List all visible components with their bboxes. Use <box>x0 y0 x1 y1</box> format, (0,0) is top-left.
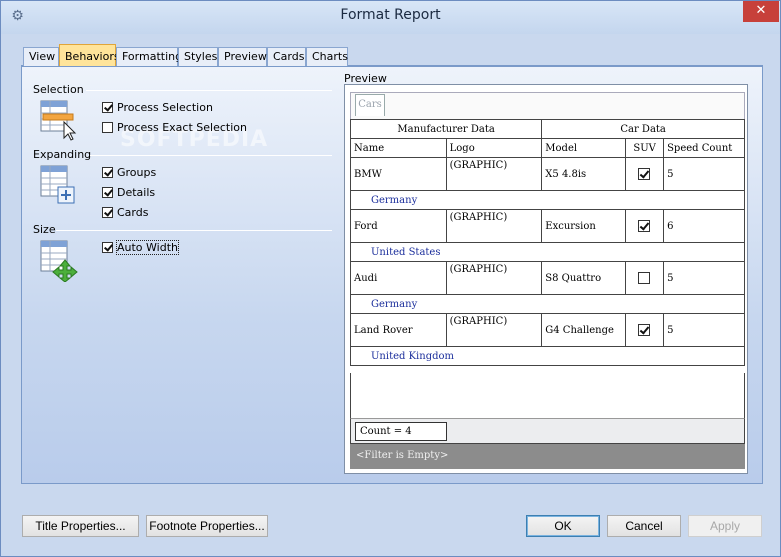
cell-name: Land Rover <box>350 313 447 347</box>
process-selection-option[interactable]: Process Selection <box>102 99 213 115</box>
tab-view[interactable]: View <box>23 47 59 66</box>
cell-speed-count: 6 <box>663 209 745 243</box>
process-selection-checkbox[interactable] <box>102 101 113 113</box>
column-header-name: Name <box>350 138 447 158</box>
cell-logo: (GRAPHIC) <box>445 313 543 347</box>
count-summary: Count = 4 <box>355 422 447 441</box>
cell-model: G4 Challenge <box>541 313 627 347</box>
cell-suv <box>625 313 665 347</box>
cell-country: Germany <box>350 294 745 314</box>
auto-width-label: Auto Width <box>116 239 179 255</box>
cards-label: Cards <box>117 205 149 219</box>
cell-model: Excursion <box>541 209 627 243</box>
details-checkbox[interactable] <box>102 186 113 198</box>
cell-logo: (GRAPHIC) <box>445 261 543 295</box>
window-title: Format Report <box>340 7 441 23</box>
filter-bar: <Filter is Empty> <box>350 444 745 469</box>
format-report-dialog: ⚙ Format Report ✕ View Behaviors Formatt… <box>0 0 781 557</box>
cards-tab: Cars <box>355 94 385 116</box>
cell-suv <box>625 261 665 295</box>
cards-option[interactable]: Cards <box>102 204 148 220</box>
tab-strip: View Behaviors Formatting Styles Preview… <box>21 44 763 67</box>
cell-speed-count: 5 <box>663 313 745 347</box>
details-option[interactable]: Details <box>102 184 155 200</box>
table-row: Land Rover (GRAPHIC) G4 Challenge 5 <box>350 313 745 347</box>
apply-button[interactable]: Apply <box>688 515 762 537</box>
column-header-speed-count: Speed Count <box>663 138 745 158</box>
manufacturer-data-header: Manufacturer Data <box>349 119 543 139</box>
expanding-group-label: Expanding <box>33 148 92 161</box>
cell-speed-count: 5 <box>663 157 745 191</box>
groups-option[interactable]: Groups <box>102 164 156 180</box>
auto-width-icon <box>40 240 78 282</box>
expanding-divider <box>90 155 332 156</box>
groups-label: Groups <box>117 165 157 179</box>
group-row: United Kingdom <box>350 346 745 366</box>
cell-speed-count: 5 <box>663 261 745 295</box>
table-row: Ford (GRAPHIC) Excursion 6 <box>350 209 745 243</box>
auto-width-checkbox[interactable] <box>102 241 113 253</box>
suv-checkbox <box>638 272 651 284</box>
tab-formatting[interactable]: Formatting <box>116 47 182 66</box>
column-header-logo: Logo <box>445 138 543 158</box>
preview-frame: Cars Manufacturer Data Car Data Name Log… <box>344 84 748 474</box>
expand-grid-icon <box>40 165 75 204</box>
groups-checkbox[interactable] <box>102 166 113 178</box>
group-row: Germany <box>350 294 745 314</box>
suv-checkbox <box>638 168 651 180</box>
cancel-button[interactable]: Cancel <box>607 515 681 537</box>
selection-group-label: Selection <box>33 83 84 96</box>
group-row: Germany <box>350 190 745 210</box>
selection-grid-icon <box>40 100 77 141</box>
cards-tab-bar <box>350 92 745 119</box>
behaviors-panel: SOFTPEDIA Selection Process Selection Pr… <box>21 66 763 484</box>
cell-name: BMW <box>350 157 447 191</box>
cell-name: Audi <box>350 261 447 295</box>
size-divider <box>56 230 332 231</box>
selection-divider <box>86 90 332 91</box>
table-row: BMW (GRAPHIC) X5 4.8is 5 <box>350 157 745 191</box>
cell-logo: (GRAPHIC) <box>445 209 543 243</box>
process-exact-selection-option[interactable]: Process Exact Selection <box>102 119 247 135</box>
cell-model: X5 4.8is <box>541 157 627 191</box>
tab-styles[interactable]: Styles <box>178 47 218 66</box>
table-row: Audi (GRAPHIC) S8 Quattro 5 <box>350 261 745 295</box>
suv-checkbox <box>638 324 651 336</box>
cell-logo: (GRAPHIC) <box>445 157 543 191</box>
group-row: United States <box>350 242 745 262</box>
preview-grid: Manufacturer Data Car Data Name Logo Mod… <box>349 119 745 366</box>
cell-model: S8 Quattro <box>541 261 627 295</box>
tab-behaviors[interactable]: Behaviors <box>59 44 120 67</box>
size-group-label: Size <box>33 223 56 236</box>
cell-name: Ford <box>350 209 447 243</box>
cell-country: United Kingdom <box>350 346 745 366</box>
tab-preview[interactable]: Preview <box>218 47 267 66</box>
close-button[interactable]: ✕ <box>743 1 779 22</box>
tab-charts[interactable]: Charts <box>306 47 348 66</box>
cell-country: Germany <box>350 190 745 210</box>
car-data-header: Car Data <box>541 119 745 139</box>
ok-button[interactable]: OK <box>526 515 600 537</box>
title-bar: ⚙ Format Report ✕ <box>1 1 780 34</box>
footnote-properties-button[interactable]: Footnote Properties... <box>146 515 268 537</box>
cell-suv <box>625 157 665 191</box>
grid-footer: Count = 4 <box>350 418 745 444</box>
details-label: Details <box>117 185 156 199</box>
tab-cards[interactable]: Cards <box>267 47 306 66</box>
process-exact-selection-label: Process Exact Selection <box>117 120 247 134</box>
column-header-model: Model <box>541 138 627 158</box>
suv-checkbox <box>638 220 651 232</box>
title-properties-button[interactable]: Title Properties... <box>22 515 139 537</box>
process-selection-label: Process Selection <box>117 100 213 114</box>
cell-suv <box>625 209 665 243</box>
column-header-suv: SUV <box>625 138 665 158</box>
process-exact-selection-checkbox[interactable] <box>102 121 113 133</box>
auto-width-option[interactable]: Auto Width <box>102 239 179 255</box>
cards-checkbox[interactable] <box>102 206 113 218</box>
cell-country: United States <box>350 242 745 262</box>
